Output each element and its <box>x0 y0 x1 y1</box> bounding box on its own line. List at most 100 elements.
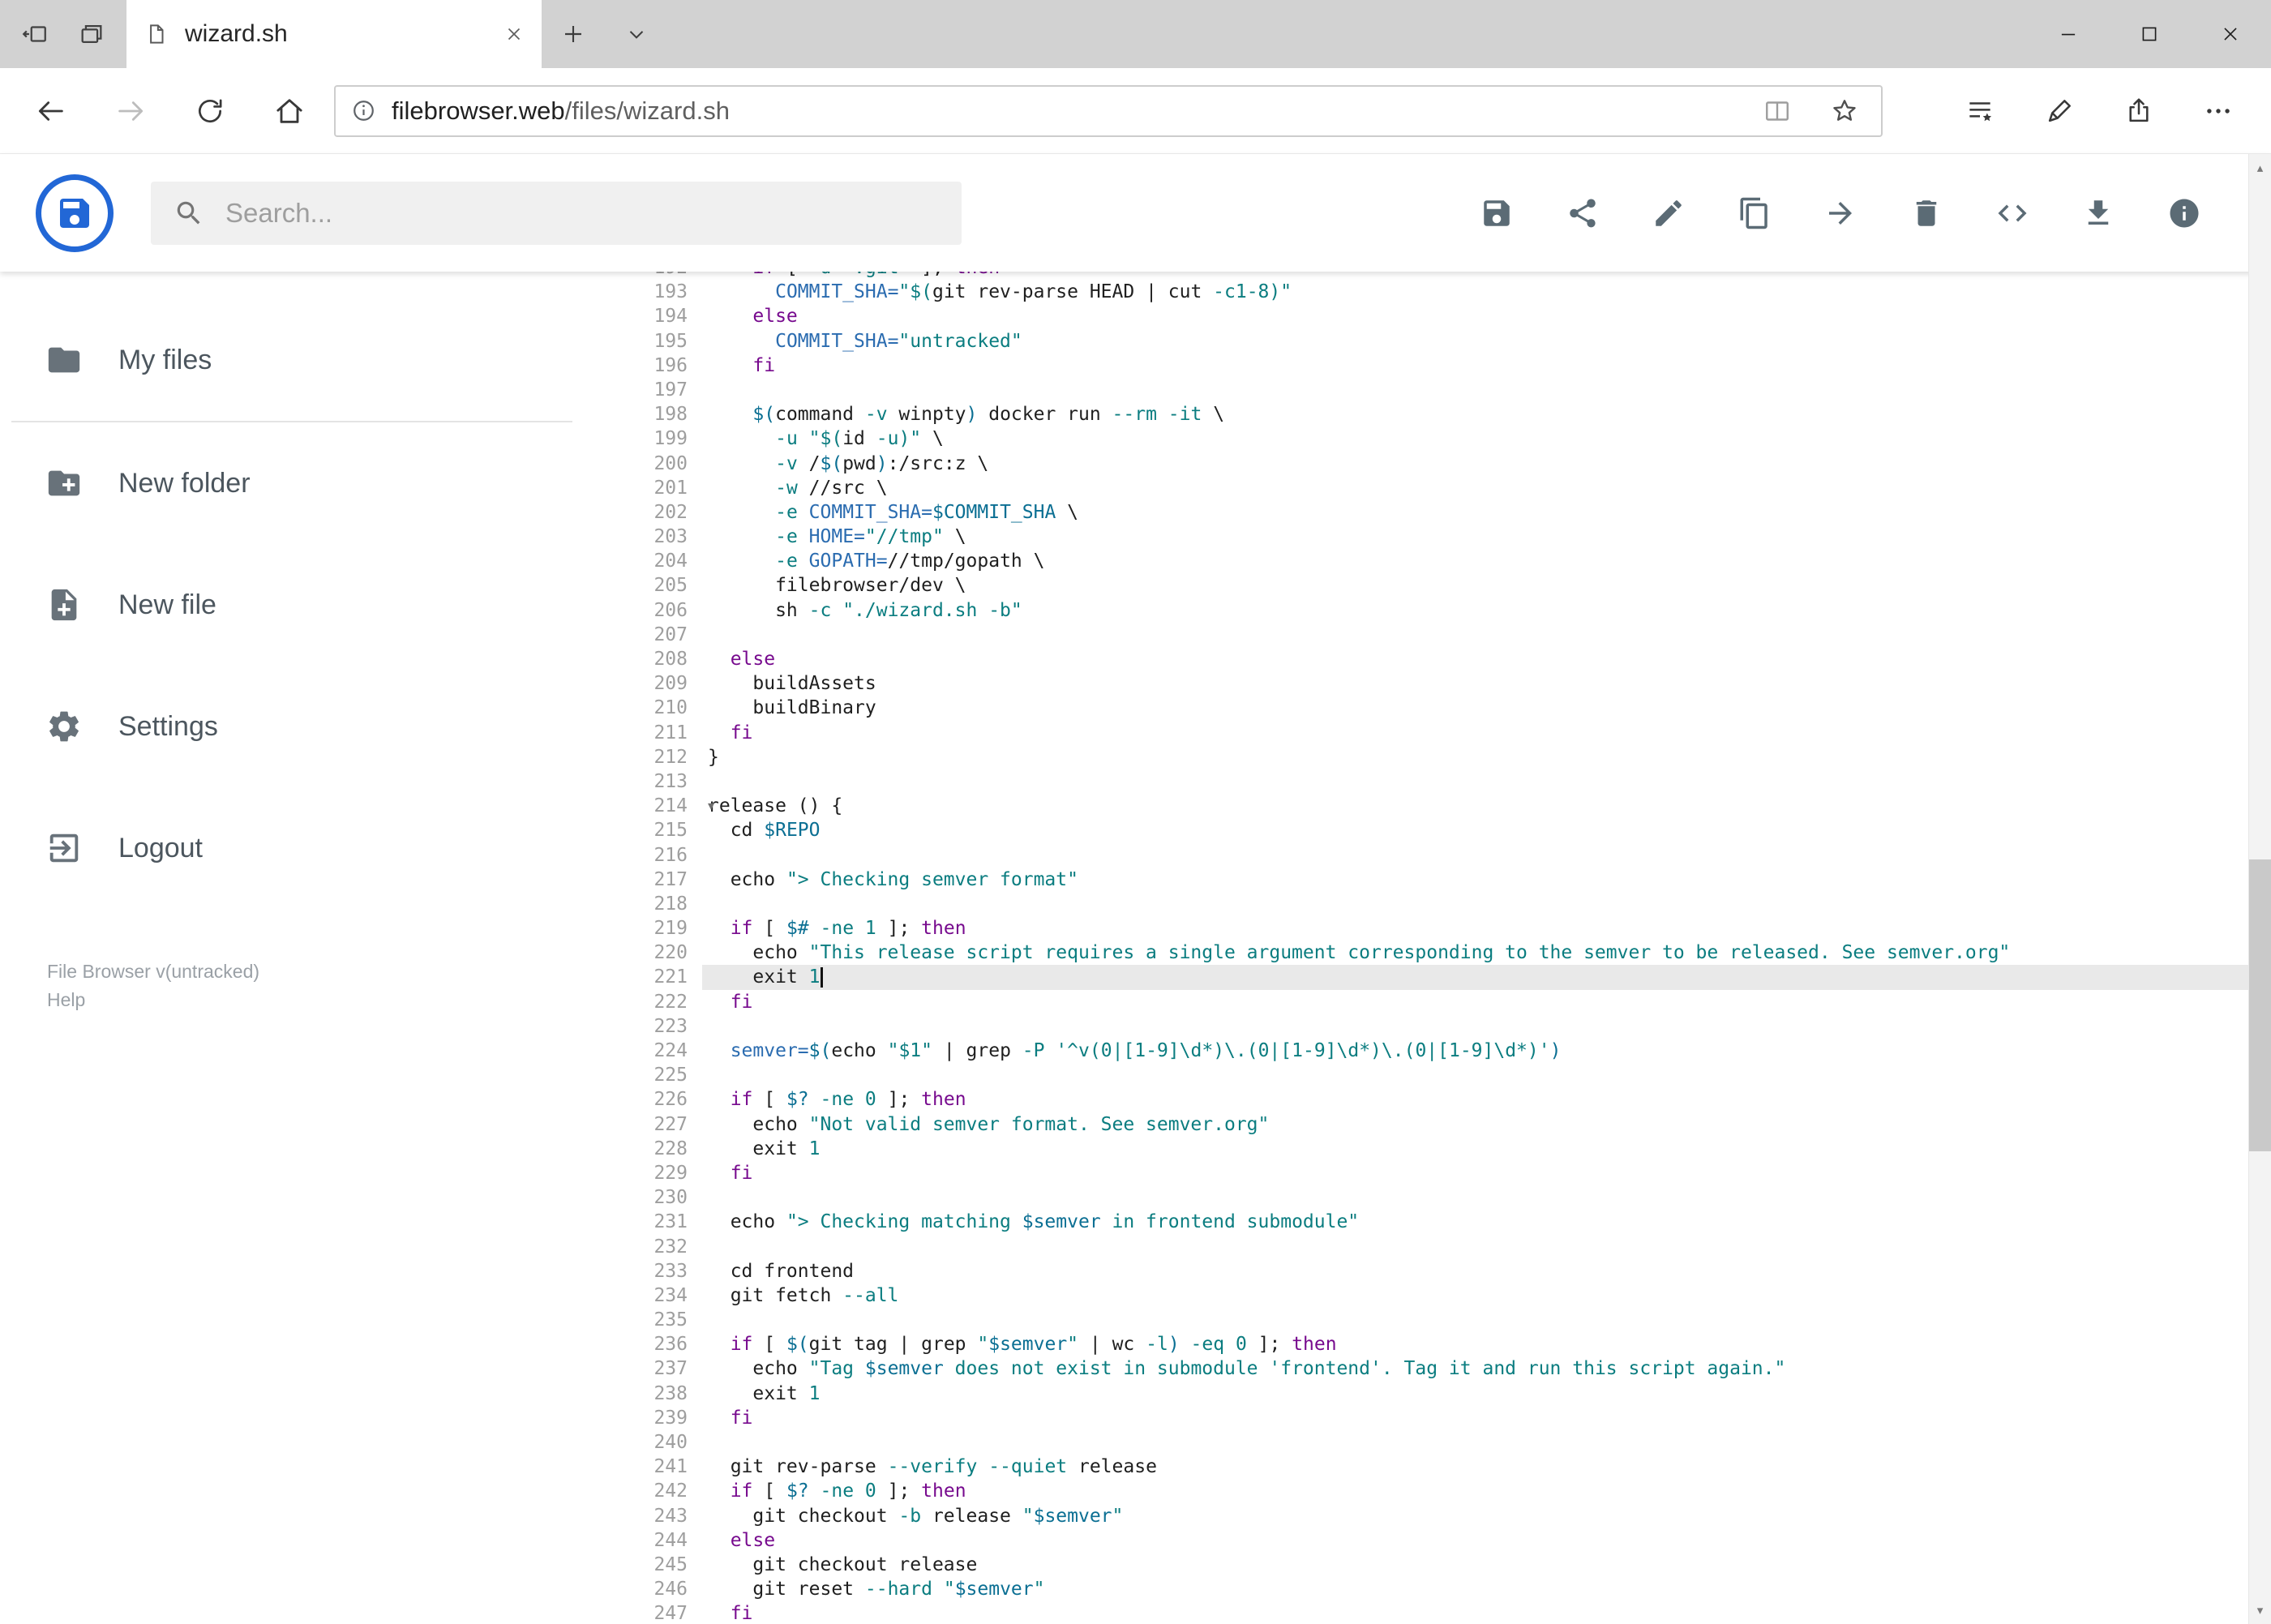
web-note-pen-icon[interactable] <box>2020 71 2099 151</box>
code-line[interactable]: 234 git fetch --all <box>584 1283 2248 1308</box>
code-line[interactable]: 219 if [ $# -ne 1 ]; then <box>584 916 2248 941</box>
code-line[interactable]: 231 echo "> Checking matching $semver in… <box>584 1210 2248 1234</box>
code-line[interactable]: 225 <box>584 1063 2248 1087</box>
search-box[interactable] <box>151 181 962 245</box>
code-text[interactable]: release () { <box>702 794 2248 818</box>
code-text[interactable] <box>702 892 2248 916</box>
code-text[interactable] <box>702 843 2248 868</box>
code-text[interactable]: -u "$(id -u)" \ <box>702 426 2248 451</box>
code-text[interactable]: fi <box>702 721 2248 745</box>
code-line[interactable]: 227 echo "Not valid semver format. See s… <box>584 1112 2248 1137</box>
code-line[interactable]: 243 git checkout -b release "$semver" <box>584 1504 2248 1528</box>
code-line[interactable]: 241 git rev-parse --verify --quiet relea… <box>584 1455 2248 1479</box>
address-bar[interactable]: filebrowser.web/files/wizard.sh <box>334 84 1883 137</box>
code-text[interactable]: -e HOME="//tmp" \ <box>702 525 2248 549</box>
code-line[interactable]: 213 <box>584 769 2248 794</box>
scroll-down-arrow-icon[interactable]: ▾ <box>2249 1596 2271 1624</box>
code-line[interactable]: 229 fi <box>584 1161 2248 1185</box>
code-text[interactable]: echo "This release script requires a sin… <box>702 941 2248 965</box>
tab-preview-chevron-icon[interactable] <box>605 0 668 68</box>
code-line[interactable]: 240 <box>584 1430 2248 1455</box>
code-text[interactable] <box>702 1063 2248 1087</box>
code-text[interactable]: git fetch --all <box>702 1283 2248 1308</box>
code-text[interactable] <box>702 1014 2248 1039</box>
code-text[interactable]: fi <box>702 1601 2248 1624</box>
share-icon[interactable] <box>2099 71 2179 151</box>
code-text[interactable]: buildAssets <box>702 671 2248 696</box>
scroll-up-arrow-icon[interactable]: ▴ <box>2249 154 2271 182</box>
sidebar-item-new-folder[interactable]: New folder <box>0 422 584 544</box>
code-line[interactable]: 209 buildAssets <box>584 671 2248 696</box>
favorite-star-icon[interactable] <box>1829 96 1860 126</box>
code-text[interactable]: echo "> Checking semver format" <box>702 868 2248 892</box>
code-line[interactable]: 239 fi <box>584 1406 2248 1430</box>
code-line[interactable]: 192 if [ -d ".git" ]; then <box>584 272 2248 280</box>
delete-button[interactable] <box>1909 196 1943 230</box>
code-line[interactable]: 232 <box>584 1235 2248 1259</box>
code-line[interactable]: 196 fi <box>584 354 2248 378</box>
code-text[interactable]: echo "> Checking matching $semver in fro… <box>702 1210 2248 1234</box>
share-file-button[interactable] <box>1566 196 1600 230</box>
sidebar-item-settings[interactable]: Settings <box>0 666 584 787</box>
forward-button[interactable] <box>91 71 170 151</box>
code-text[interactable]: if [ -d ".git" ]; then <box>702 272 2248 280</box>
code-text[interactable]: } <box>702 745 2248 769</box>
code-line[interactable]: 204 -e GOPATH=//tmp/gopath \ <box>584 549 2248 573</box>
code-text[interactable]: -e COMMIT_SHA=$COMMIT_SHA \ <box>702 500 2248 525</box>
new-tab-button[interactable] <box>542 0 605 68</box>
edit-button[interactable] <box>1652 196 1686 230</box>
code-line[interactable]: 218 <box>584 892 2248 916</box>
code-text[interactable]: git reset --hard "$semver" <box>702 1577 2248 1601</box>
fold-arrow-icon[interactable]: ▾ <box>708 794 714 818</box>
code-line[interactable]: 244 else <box>584 1528 2248 1553</box>
code-line[interactable]: 201 -w //src \ <box>584 476 2248 500</box>
code-line[interactable]: 200 -v /$(pwd):/src:z \ <box>584 452 2248 476</box>
tabs-set-aside-icon[interactable] <box>78 20 105 48</box>
code-line[interactable]: 236 if [ $(git tag | grep "$semver" | wc… <box>584 1332 2248 1356</box>
vertical-scrollbar[interactable]: ▴ ▾ <box>2248 154 2271 1624</box>
code-text[interactable] <box>702 769 2248 794</box>
code-text[interactable]: COMMIT_SHA="$(git rev-parse HEAD | cut -… <box>702 280 2248 304</box>
code-text[interactable]: git rev-parse --verify --quiet release <box>702 1455 2248 1479</box>
home-button[interactable] <box>250 71 329 151</box>
code-line[interactable]: 221 exit 1 <box>584 965 2248 990</box>
back-button[interactable] <box>11 71 91 151</box>
code-text[interactable]: buildBinary <box>702 696 2248 720</box>
sidebar-item-logout[interactable]: Logout <box>0 787 584 909</box>
code-text[interactable]: if [ $? -ne 0 ]; then <box>702 1087 2248 1112</box>
code-line[interactable]: 217 echo "> Checking semver format" <box>584 868 2248 892</box>
code-text[interactable]: if [ $? -ne 0 ]; then <box>702 1479 2248 1503</box>
code-line[interactable]: 193 COMMIT_SHA="$(git rev-parse HEAD | c… <box>584 280 2248 304</box>
app-logo[interactable] <box>36 174 114 252</box>
move-button[interactable] <box>1823 196 1858 230</box>
more-ellipsis-icon[interactable] <box>2179 71 2258 151</box>
code-line[interactable]: 220 echo "This release script requires a… <box>584 941 2248 965</box>
code-line[interactable]: 233 cd frontend <box>584 1259 2248 1283</box>
code-line[interactable]: 226 if [ $? -ne 0 ]; then <box>584 1087 2248 1112</box>
code-text[interactable] <box>702 1308 2248 1332</box>
code-line[interactable]: 210 buildBinary <box>584 696 2248 720</box>
code-line[interactable]: 224 semver=$(echo "$1" | grep -P '^v(0|[… <box>584 1039 2248 1063</box>
code-line[interactable]: 245 git checkout release <box>584 1553 2248 1577</box>
code-text[interactable]: echo "Not valid semver format. See semve… <box>702 1112 2248 1137</box>
code-line[interactable]: 197 <box>584 378 2248 402</box>
code-text[interactable]: -e GOPATH=//tmp/gopath \ <box>702 549 2248 573</box>
code-line[interactable]: 216 <box>584 843 2248 868</box>
code-text[interactable]: fi <box>702 1161 2248 1185</box>
code-text[interactable] <box>702 378 2248 402</box>
refresh-button[interactable] <box>170 71 250 151</box>
code-editor[interactable]: 192 if [ -d ".git" ]; then193 COMMIT_SHA… <box>584 272 2248 1624</box>
code-line[interactable]: 202 -e COMMIT_SHA=$COMMIT_SHA \ <box>584 500 2248 525</box>
code-text[interactable]: exit 1 <box>702 1137 2248 1161</box>
code-text[interactable]: $(command -v winpty) docker run --rm -it… <box>702 402 2248 426</box>
code-text[interactable] <box>702 1430 2248 1455</box>
minimize-button[interactable] <box>2028 0 2109 68</box>
code-line[interactable]: 207 <box>584 623 2248 647</box>
code-text[interactable]: exit 1 <box>702 965 2248 990</box>
hub-favorites-icon[interactable] <box>1940 71 2020 151</box>
set-tabs-aside-icon[interactable] <box>21 20 49 48</box>
code-text[interactable]: cd frontend <box>702 1259 2248 1283</box>
search-input[interactable] <box>225 197 939 229</box>
code-line[interactable]: 212} <box>584 745 2248 769</box>
code-line[interactable]: 195 COMMIT_SHA="untracked" <box>584 329 2248 354</box>
